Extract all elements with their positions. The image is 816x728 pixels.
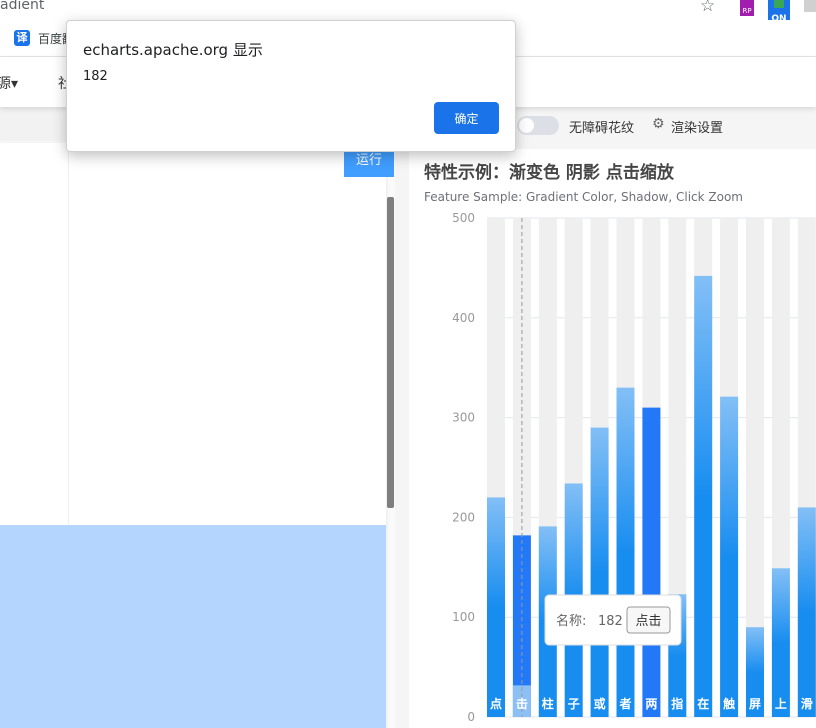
bar-label: 子 xyxy=(568,697,580,711)
render-settings-button[interactable]: 渲染设置 xyxy=(671,117,723,136)
chart-title: 特性示例：渐变色 阴影 点击缩放 xyxy=(424,162,675,183)
code-area[interactable] xyxy=(0,143,386,728)
gear-icon[interactable]: ⚙ xyxy=(652,116,665,132)
bar-label: 者 xyxy=(618,696,631,711)
bar-label: 屏 xyxy=(748,697,761,711)
tooltip-value: 182 xyxy=(598,614,623,629)
chart-tooltip: 名称: 182 点击 xyxy=(544,594,682,646)
bar xyxy=(720,396,739,717)
text-selection xyxy=(0,525,386,728)
tab-title[interactable]: adient xyxy=(0,0,44,13)
decal-toggle[interactable] xyxy=(517,116,559,135)
bar-label: 或 xyxy=(594,696,606,711)
nav-item-resources[interactable]: 源▾ xyxy=(0,73,18,93)
bar-chart[interactable]: 特性示例：渐变色 阴影 点击缩放 Feature Sample: Gradient… xyxy=(409,149,816,728)
bar-label: 滑 xyxy=(801,696,813,711)
bar-label: 指 xyxy=(671,696,683,711)
bar-label: 触 xyxy=(723,696,735,711)
y-tick-label: 300 xyxy=(452,411,475,425)
bar xyxy=(487,497,505,717)
ok-button[interactable]: 确定 xyxy=(434,102,499,134)
y-tick-label: 400 xyxy=(452,311,475,325)
bar-label: 在 xyxy=(697,696,709,711)
alert-title: echarts.apache.org 显示 xyxy=(83,41,263,59)
tooltip-click-button-label: 点击 xyxy=(635,614,661,629)
bar-label: 上 xyxy=(775,696,787,711)
code-editor-pane: 运行 xyxy=(0,107,395,728)
star-icon[interactable]: ☆ xyxy=(700,0,715,16)
extension-icon[interactable] xyxy=(804,0,816,12)
bar xyxy=(771,568,790,717)
y-tick-label: 500 xyxy=(452,211,475,225)
y-tick-label: 0 xyxy=(467,710,475,724)
bar-label: 柱 xyxy=(542,696,554,711)
browser-tab-strip: adient ☆ RP ON xyxy=(0,0,816,24)
bar xyxy=(616,387,635,717)
chart-card: 特性示例：渐变色 阴影 点击缩放 Feature Sample: Gradient… xyxy=(409,149,816,728)
y-tick-label: 100 xyxy=(452,610,475,624)
chart-subtitle: Feature Sample: Gradient Color, Shadow, … xyxy=(424,190,743,204)
rp-extension-icon[interactable]: RP xyxy=(740,0,754,16)
y-tick-label: 200 xyxy=(452,510,475,524)
alert-message: 182 xyxy=(83,69,108,84)
alert-dialog: echarts.apache.org 显示 182 确定 xyxy=(66,20,516,152)
bar xyxy=(642,407,661,717)
chart-preview-pane: s 无障碍花纹 ⚙ 渲染设置 特性示例：渐变色 阴影 点击缩放Feature S… xyxy=(395,107,816,728)
editor-scrollbar[interactable] xyxy=(387,197,394,508)
line-number-gutter xyxy=(68,143,69,525)
bar-label: 击 xyxy=(516,696,528,711)
bar-label: 点 xyxy=(490,696,502,711)
decal-toggle-label: 无障碍花纹 xyxy=(569,121,635,136)
bar xyxy=(694,275,713,717)
bar xyxy=(797,507,816,717)
on-extension-icon[interactable]: ON xyxy=(768,0,790,24)
bar xyxy=(590,427,609,717)
translate-icon[interactable]: 译 xyxy=(14,30,30,46)
bar-label: 两 xyxy=(645,697,657,711)
toggle-knob xyxy=(519,118,534,133)
tooltip-label: 名称: xyxy=(556,613,586,629)
